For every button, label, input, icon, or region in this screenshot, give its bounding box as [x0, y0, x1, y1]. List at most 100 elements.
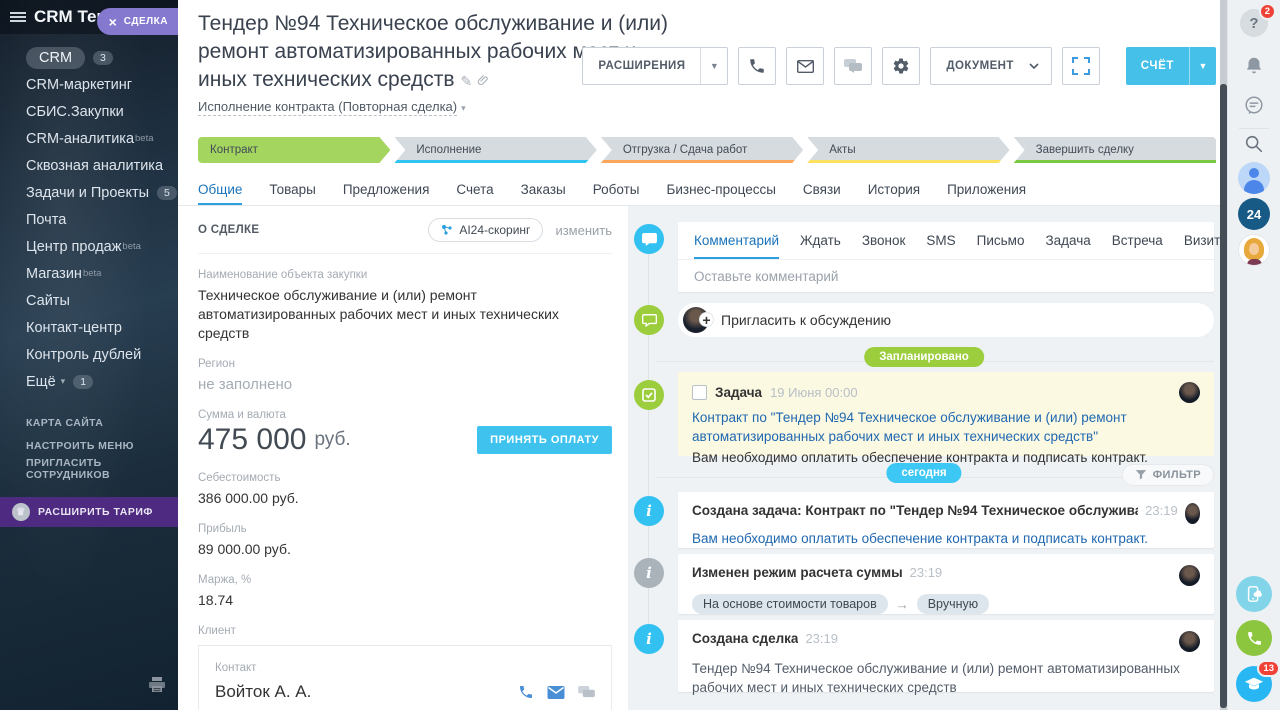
extensions-button[interactable]: РАСШИРЕНИЯ ▼: [582, 47, 728, 85]
edit-deal-link[interactable]: изменить: [555, 223, 612, 238]
scrollbar-thumb[interactable]: [1220, 84, 1227, 708]
timeline-tab-sms[interactable]: SMS: [926, 222, 955, 259]
help-button[interactable]: ? 2: [1240, 9, 1268, 37]
document-button[interactable]: ДОКУМЕНТ: [930, 47, 1051, 85]
sidebar-item-sbis[interactable]: СБИС.Закупки: [0, 98, 178, 125]
mobile-app-button[interactable]: [1236, 576, 1272, 612]
tab-quotes[interactable]: Предложения: [343, 174, 430, 205]
field-value-profit[interactable]: 89 000.00 руб.: [198, 540, 612, 559]
sidebar-item-mail[interactable]: Почта: [0, 206, 178, 233]
edit-title-icon[interactable]: ✎: [460, 73, 472, 89]
upgrade-plan-button[interactable]: ♛ РАСШИРИТЬ ТАРИФ: [0, 497, 178, 527]
stage-contract[interactable]: Контракт: [198, 137, 390, 163]
bitrix24-button[interactable]: 24: [1238, 198, 1270, 230]
envelope-icon[interactable]: [547, 686, 565, 699]
chat-icon[interactable]: [578, 686, 595, 699]
avatar[interactable]: [1185, 503, 1200, 524]
chat-button[interactable]: [834, 47, 872, 85]
messenger-button[interactable]: [1243, 94, 1265, 121]
chat-icon: [844, 59, 862, 73]
deal-amount[interactable]: 475 000: [198, 423, 306, 457]
close-icon[interactable]: ×: [109, 15, 117, 29]
email-button[interactable]: [786, 47, 824, 85]
phone-icon[interactable]: [518, 684, 534, 700]
field-value-region[interactable]: не заполнено: [198, 375, 612, 394]
tab-orders[interactable]: Заказы: [521, 174, 566, 205]
comment-input[interactable]: [678, 260, 1219, 293]
sidebar-item-duplicates[interactable]: Контроль дублей: [0, 341, 178, 368]
field-value-name[interactable]: Техническое обслуживание и (или) ремонт …: [198, 286, 612, 343]
upgrade-label: РАСШИРИТЬ ТАРИФ: [38, 506, 153, 518]
event-task-created[interactable]: Создана задача: Контракт по "Тендер №94 …: [678, 492, 1214, 548]
event-sum-mode-changed[interactable]: Изменен режим расчета суммы 23:19 На осн…: [678, 554, 1214, 614]
telephony-button[interactable]: [1236, 620, 1272, 656]
timeline-tab-task[interactable]: Задача: [1045, 222, 1090, 259]
profile-button[interactable]: [1238, 162, 1270, 194]
timeline-tab-meeting[interactable]: Встреча: [1112, 222, 1163, 259]
tab-apps[interactable]: Приложения: [947, 174, 1026, 205]
notifications-button[interactable]: [1243, 55, 1265, 82]
call-button[interactable]: [738, 47, 776, 85]
avatar[interactable]: [1179, 382, 1200, 403]
tab-robots[interactable]: Роботы: [593, 174, 640, 205]
tab-general[interactable]: Общие: [198, 174, 242, 205]
stage-shipment[interactable]: Отгрузка / Сдача работ: [601, 137, 803, 163]
planned-badge[interactable]: Запланировано: [864, 347, 984, 367]
link-icon[interactable]: [476, 73, 489, 86]
sidebar-item-e2e-analytics[interactable]: Сквозная аналитика: [0, 152, 178, 179]
ai-scoring-button[interactable]: AI24-скоринг: [428, 218, 543, 242]
field-value-cost[interactable]: 386 000.00 руб.: [198, 489, 612, 508]
education-button[interactable]: 13: [1236, 666, 1272, 702]
timeline-tab-email[interactable]: Письмо: [977, 222, 1025, 259]
deal-type-selector[interactable]: Исполнение контракта (Повторная сделка)▾: [198, 99, 466, 114]
sidebar-item-more[interactable]: Ещё▾1: [0, 368, 178, 395]
tab-links[interactable]: Связи: [803, 174, 841, 205]
accept-payment-button[interactable]: ПРИНЯТЬ ОПЛАТУ: [477, 426, 612, 454]
sidebar-item-crm[interactable]: CRM3: [0, 44, 178, 71]
sidebar-item-shop[interactable]: Магазинbeta: [0, 260, 178, 287]
fullscreen-button[interactable]: [1062, 47, 1100, 85]
invite-to-discussion[interactable]: + Пригласить к обсуждению: [678, 303, 1214, 337]
sidebar-item-tasks[interactable]: Задачи и Проекты5: [0, 179, 178, 206]
user-avatar-button[interactable]: [1238, 234, 1270, 266]
tab-processes[interactable]: Бизнес-процессы: [666, 174, 775, 205]
deal-tag[interactable]: × СДЕЛКА: [97, 8, 178, 35]
settings-button[interactable]: [882, 47, 920, 85]
sitemap-link[interactable]: КАРТА САЙТА: [0, 411, 178, 434]
search-button[interactable]: [1243, 133, 1265, 160]
tab-invoices[interactable]: Счета: [456, 174, 493, 205]
add-user-icon[interactable]: +: [699, 312, 714, 327]
sidebar-item-sales-center[interactable]: Центр продажbeta: [0, 233, 178, 260]
timeline-tab-comment[interactable]: Комментарий: [694, 222, 779, 259]
avatar[interactable]: [1179, 565, 1200, 586]
stage-finish[interactable]: Завершить сделку: [1014, 137, 1216, 163]
stage-execution[interactable]: Исполнение: [394, 137, 596, 163]
deal-currency: руб.: [314, 429, 350, 451]
filter-button[interactable]: ФИЛЬТР: [1122, 464, 1214, 486]
extensions-dropdown[interactable]: ▼: [700, 48, 727, 84]
task-label[interactable]: Задача: [715, 385, 762, 400]
tab-history[interactable]: История: [868, 174, 920, 205]
stage-acts[interactable]: Акты: [807, 137, 1009, 163]
avatar[interactable]: [1179, 631, 1200, 652]
contact-name[interactable]: Войток А. А.: [215, 682, 311, 702]
task-checkbox[interactable]: [692, 385, 707, 400]
tab-products[interactable]: Товары: [269, 174, 315, 205]
sidebar-item-crm-marketing[interactable]: CRM-маркетинг: [0, 71, 178, 98]
task-link[interactable]: Контракт по "Тендер №94 Техническое обсл…: [692, 408, 1204, 446]
timeline-tab-visit[interactable]: Визит: [1184, 222, 1220, 259]
invoice-button[interactable]: СЧЁТ ▼: [1126, 47, 1216, 85]
invoice-dropdown[interactable]: ▼: [1189, 47, 1216, 85]
timeline-tab-call[interactable]: Звонок: [862, 222, 906, 259]
menu-icon[interactable]: [10, 12, 26, 22]
timeline-tab-wait[interactable]: Ждать: [800, 222, 841, 259]
sidebar-item-crm-analytics[interactable]: CRM-аналитикаbeta: [0, 125, 178, 152]
sidebar-item-sites[interactable]: Сайты: [0, 287, 178, 314]
sidebar-item-contact-center[interactable]: Контакт-центр: [0, 314, 178, 341]
event-deal-created[interactable]: Создана сделка 23:19 Тендер №94 Техничес…: [678, 620, 1214, 692]
invite-employees-link[interactable]: ПРИГЛАСИТЬ СОТРУДНИКОВ: [0, 457, 178, 480]
print-icon[interactable]: [148, 677, 166, 698]
today-badge[interactable]: сегодня: [886, 463, 961, 483]
configure-menu-link[interactable]: НАСТРОИТЬ МЕНЮ: [0, 434, 178, 457]
field-value-margin[interactable]: 18.74: [198, 591, 612, 610]
